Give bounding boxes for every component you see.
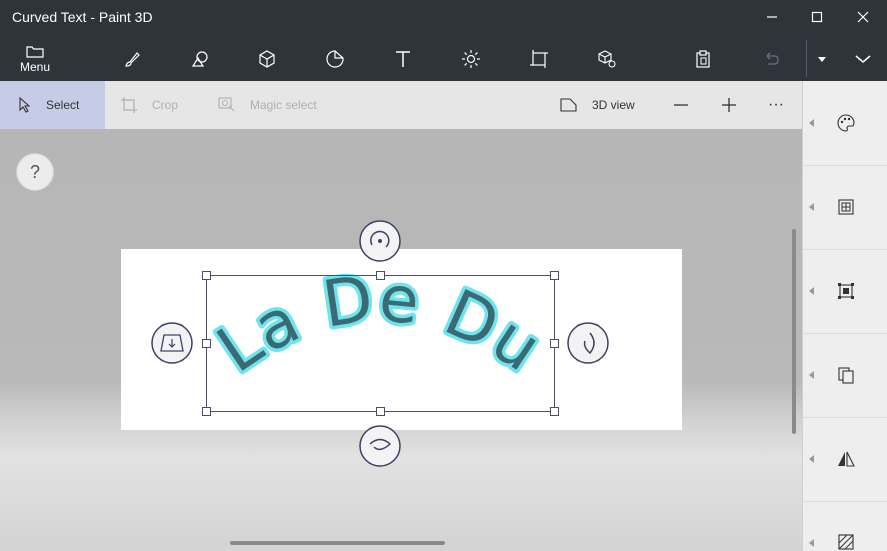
minimize-button[interactable] xyxy=(749,0,795,36)
rotate-x-handle[interactable] xyxy=(359,425,401,467)
resize-handle-top-left[interactable] xyxy=(202,271,211,280)
maximize-button[interactable] xyxy=(794,0,840,36)
side-panel xyxy=(802,81,887,551)
close-button[interactable] xyxy=(840,0,886,36)
minus-icon xyxy=(674,104,688,106)
undo-icon xyxy=(766,52,779,65)
tool-bar: Select Crop Magic select 3D view ··· xyxy=(0,81,802,129)
resize-handle-bottom[interactable] xyxy=(376,407,385,416)
shapes-2d-icon xyxy=(191,50,208,67)
panel-expand-arrow-icon xyxy=(809,455,814,463)
menu-label: Menu xyxy=(19,59,51,74)
rotate-z-handle[interactable] xyxy=(359,220,401,262)
text-button[interactable] xyxy=(377,36,429,81)
zoom-in-button[interactable] xyxy=(720,81,752,129)
panel-expand-arrow-icon xyxy=(809,287,814,295)
select-arrow-icon xyxy=(19,97,31,113)
flip-icon xyxy=(837,451,855,467)
chevron-down-icon xyxy=(855,54,871,63)
magic-select-label: Magic select xyxy=(250,98,317,112)
caret-down-icon xyxy=(818,56,826,62)
ribbon-separator xyxy=(806,40,807,77)
resize-handle-right[interactable] xyxy=(550,339,559,348)
resize-handle-top[interactable] xyxy=(376,271,385,280)
panel-expand-arrow-icon xyxy=(809,203,814,211)
brush-icon xyxy=(125,51,140,67)
close-icon xyxy=(857,11,869,23)
select-label: Select xyxy=(46,98,80,112)
brushes-button[interactable] xyxy=(106,36,158,81)
copy-icon xyxy=(837,367,854,384)
undo-button[interactable] xyxy=(745,36,797,81)
panel-expand-arrow-icon xyxy=(809,119,814,127)
plus-icon xyxy=(722,98,736,112)
vertical-scrollbar[interactable] xyxy=(792,229,796,434)
text-icon xyxy=(396,50,410,67)
stickers-button[interactable] xyxy=(309,36,361,81)
more-label: ··· xyxy=(768,96,784,113)
resize-handle-top-right[interactable] xyxy=(550,271,559,280)
horizontal-scrollbar[interactable] xyxy=(230,541,445,545)
view-3d-icon xyxy=(560,98,577,112)
panel-expand-arrow-icon xyxy=(809,539,814,547)
minimize-icon xyxy=(767,16,777,18)
crop-label: Crop xyxy=(152,98,179,112)
ribbon: Menu xyxy=(0,36,887,81)
magic-select-icon xyxy=(218,97,235,112)
flip-panel-button[interactable] xyxy=(803,417,887,502)
object-frame-icon xyxy=(837,283,854,299)
clipboard-icon xyxy=(696,49,710,68)
palette-icon xyxy=(837,114,855,132)
folder-icon xyxy=(26,45,44,58)
selection-overlay: La De Du La De Du xyxy=(151,220,609,467)
resize-handle-bottom-left[interactable] xyxy=(202,407,211,416)
depth-handle[interactable] xyxy=(151,322,193,364)
rotate-y-handle[interactable] xyxy=(567,322,609,364)
grid-icon xyxy=(837,199,854,215)
curved-text[interactable]: La De Du xyxy=(205,262,555,388)
resize-handle-bottom-right[interactable] xyxy=(550,407,559,416)
crop-tool[interactable]: Crop xyxy=(120,81,178,129)
view-3d-button[interactable]: 3D view xyxy=(560,81,635,129)
window-title: Curved Text - Paint 3D xyxy=(12,9,153,25)
crop-icon xyxy=(121,97,137,113)
collapse-ribbon-button[interactable] xyxy=(840,36,886,81)
sticker-icon xyxy=(326,49,344,68)
maximize-icon xyxy=(811,11,823,23)
more-options-button[interactable]: ··· xyxy=(768,81,784,129)
texture-panel-button[interactable] xyxy=(803,501,887,551)
sun-icon xyxy=(462,49,480,68)
effects-button[interactable] xyxy=(445,36,497,81)
library-3d-icon xyxy=(598,49,616,68)
library-3d-button[interactable] xyxy=(581,36,633,81)
canvas-crop-icon xyxy=(530,49,548,68)
canvas-button[interactable] xyxy=(513,36,565,81)
paste-button[interactable] xyxy=(677,36,729,81)
menu-button[interactable]: Menu xyxy=(0,36,70,81)
panel-expand-arrow-icon xyxy=(809,371,814,379)
canvas-panel-button[interactable] xyxy=(803,165,887,250)
resize-handle-left[interactable] xyxy=(202,339,211,348)
hatch-icon xyxy=(837,534,854,550)
color-palette-button[interactable] xyxy=(803,81,887,166)
history-dropdown-button[interactable] xyxy=(808,36,836,81)
magic-select-tool[interactable]: Magic select xyxy=(218,81,317,129)
select-tool[interactable]: Select xyxy=(0,81,105,129)
copy-panel-button[interactable] xyxy=(803,333,887,418)
title-bar: Curved Text - Paint 3D xyxy=(0,0,887,36)
zoom-out-button[interactable] xyxy=(672,81,704,129)
view-3d-label: 3D view xyxy=(592,98,635,112)
shapes-2d-button[interactable] xyxy=(174,36,226,81)
cube-icon xyxy=(259,49,275,68)
object-panel-button[interactable] xyxy=(803,249,887,334)
canvas-area[interactable]: ? La De Du La De Du xyxy=(0,129,802,551)
shapes-3d-button[interactable] xyxy=(241,36,293,81)
